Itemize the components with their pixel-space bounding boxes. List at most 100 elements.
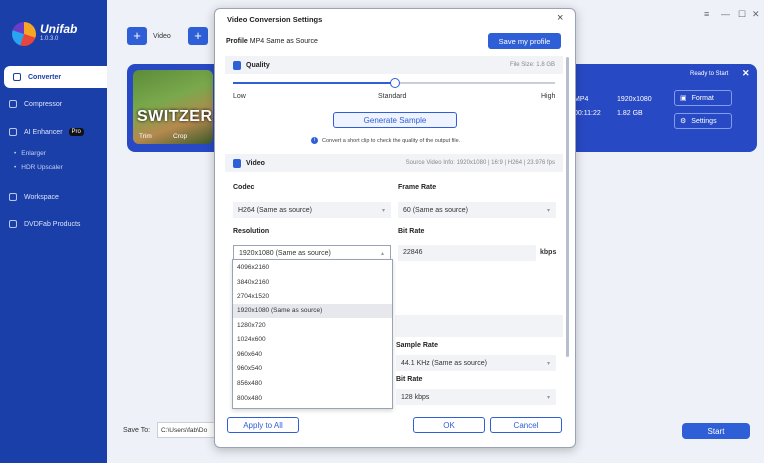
video-section-header: Video Source Video Info: 1920x1080 | 16:… <box>225 154 563 172</box>
close-task-icon[interactable]: ✕ <box>742 68 750 79</box>
quality-slider-fill <box>233 82 393 84</box>
dialog-scrollbar[interactable] <box>566 57 569 357</box>
add-video-button[interactable]: + Video <box>127 26 171 46</box>
task-format: MP4 <box>574 96 589 103</box>
codec-select[interactable]: H264 (Same as source) ▾ <box>233 202 391 218</box>
thumbnail-title: SWITZER <box>137 108 213 125</box>
app-name: Unifab <box>40 22 78 36</box>
sample-rate-label: Sample Rate <box>396 342 439 349</box>
framerate-value: 60 (Same as source) <box>403 206 468 214</box>
save-path-field[interactable]: C:\Users\fab\Do <box>157 422 217 438</box>
chevron-down-icon: ▾ <box>546 360 550 367</box>
video-thumbnail: SWITZER Trim Crop <box>133 70 213 144</box>
task-resolution: 1920x1080 <box>617 96 652 103</box>
converter-icon <box>13 73 21 81</box>
codec-label: Codec <box>233 184 255 191</box>
quality-section-header: Quality File Size: 1.8 GB <box>225 56 563 74</box>
sidebar-item-dvdfab-products[interactable]: DVDFab Products <box>0 213 107 235</box>
close-icon[interactable]: × <box>557 12 563 24</box>
pro-badge: Pro <box>68 128 84 136</box>
minimize-icon[interactable]: — <box>721 9 730 19</box>
resolution-option[interactable]: 1024x600 <box>233 333 392 347</box>
resolution-option[interactable]: 800x480 <box>233 392 392 406</box>
bitrate-unit: kbps <box>540 249 557 256</box>
plus-icon: + <box>127 27 147 45</box>
workspace-icon <box>9 193 17 201</box>
ai-enhancer-icon <box>9 128 17 136</box>
sidebar-subitem-hdr-upscaler[interactable]: HDR Upscaler <box>14 164 63 171</box>
chevron-up-icon: ▴ <box>380 250 384 257</box>
quality-slider-handle[interactable] <box>390 78 400 88</box>
audio-section-header <box>395 315 563 337</box>
profile-value: MP4 Same as Source <box>249 38 318 45</box>
chevron-down-icon: ▾ <box>546 394 550 401</box>
settings-button-label: Settings <box>691 117 717 125</box>
app-sidebar: Unifab 1.0.3.0 Converter Compressor AI E… <box>0 0 107 463</box>
trim-button[interactable]: Trim <box>139 133 152 140</box>
format-button-label: Format <box>691 94 714 102</box>
resolution-option[interactable]: 856x480 <box>233 377 392 391</box>
compressor-icon <box>9 100 17 108</box>
settings-button[interactable]: ⚙ Settings <box>674 113 732 129</box>
audio-bitrate-select[interactable]: 128 kbps ▾ <box>396 389 556 405</box>
format-button[interactable]: ▣ Format <box>674 90 732 106</box>
cancel-button[interactable]: Cancel <box>490 417 562 433</box>
maximize-icon[interactable]: ☐ <box>738 9 746 20</box>
resolution-option[interactable]: 4096x2160 <box>233 261 392 275</box>
app-logo-icon <box>12 22 36 46</box>
apply-to-all-button[interactable]: Apply to All <box>227 417 299 433</box>
file-size: File Size: 1.8 GB <box>509 62 555 68</box>
sample-rate-value: 44.1 KHz (Same as source) <box>401 359 487 367</box>
gear-icon: ⚙ <box>680 118 687 125</box>
audio-bitrate-label: Bit Rate <box>396 376 423 383</box>
ok-button[interactable]: OK <box>413 417 485 433</box>
products-icon <box>9 220 17 228</box>
framerate-select[interactable]: 60 (Same as source) ▾ <box>398 202 556 218</box>
resolution-option[interactable]: 3840x2160 <box>233 276 392 290</box>
sidebar-item-ai-enhancer[interactable]: AI Enhancer Pro <box>0 121 107 143</box>
resolution-option-selected[interactable]: 1920x1080 (Same as source) <box>233 304 392 318</box>
sidebar-item-compressor[interactable]: Compressor <box>0 93 107 115</box>
sidebar-subitem-enlarger[interactable]: Enlarger <box>14 150 46 157</box>
resolution-value: 1920x1080 (Same as source) <box>239 249 331 257</box>
crop-button[interactable]: Crop <box>173 133 187 140</box>
sidebar-item-label: AI Enhancer <box>24 128 63 136</box>
add-video-label: Video <box>153 32 171 40</box>
sidebar-item-label: Converter <box>28 73 62 81</box>
quality-low-label: Low <box>233 93 246 100</box>
close-window-icon[interactable]: ✕ <box>752 9 760 20</box>
sample-rate-select[interactable]: 44.1 KHz (Same as source) ▾ <box>396 355 556 371</box>
sidebar-item-workspace[interactable]: Workspace <box>0 186 107 208</box>
chevron-down-icon: ▾ <box>546 207 550 214</box>
app-version: 1.0.3.0 <box>40 36 59 42</box>
video-icon <box>233 158 241 168</box>
chevron-down-icon: ▾ <box>381 207 385 214</box>
source-video-info: Source Video Info: 1920x1080 | 16:9 | H2… <box>405 160 555 166</box>
profile-row: Profile MP4 Same as Source <box>226 38 318 45</box>
resolution-option[interactable]: 2704x1520 <box>233 290 392 304</box>
task-duration: 00:11:22 <box>574 110 601 117</box>
sidebar-item-label: Workspace <box>24 193 59 201</box>
quality-icon <box>233 60 241 70</box>
video-header-label: Video <box>246 159 265 167</box>
generate-sample-hint: i Convert a short clip to check the qual… <box>311 137 460 144</box>
sidebar-item-converter[interactable]: Converter <box>4 66 107 88</box>
dialog-title: Video Conversion Settings <box>227 15 323 24</box>
format-icon: ▣ <box>680 95 687 102</box>
save-profile-button[interactable]: Save my profile <box>488 33 561 49</box>
generate-sample-button[interactable]: Generate Sample <box>333 112 457 128</box>
resolution-label: Resolution <box>233 228 270 235</box>
resolution-option[interactable]: 960x540 <box>233 362 392 376</box>
save-to-label: Save To: <box>123 427 151 434</box>
bitrate-input[interactable]: 22846 <box>398 245 536 261</box>
quality-standard-label: Standard <box>378 93 407 100</box>
add-folder-button[interactable]: + <box>188 26 214 46</box>
menu-icon[interactable]: ≡ <box>704 9 709 19</box>
resolution-option[interactable]: 1280x720 <box>233 319 392 333</box>
bitrate-label: Bit Rate <box>398 228 425 235</box>
start-button[interactable]: Start <box>682 423 750 439</box>
resolution-option[interactable]: 960x640 <box>233 348 392 362</box>
plus-icon: + <box>188 27 208 45</box>
sidebar-item-label: DVDFab Products <box>24 220 81 228</box>
info-icon: i <box>311 137 318 144</box>
